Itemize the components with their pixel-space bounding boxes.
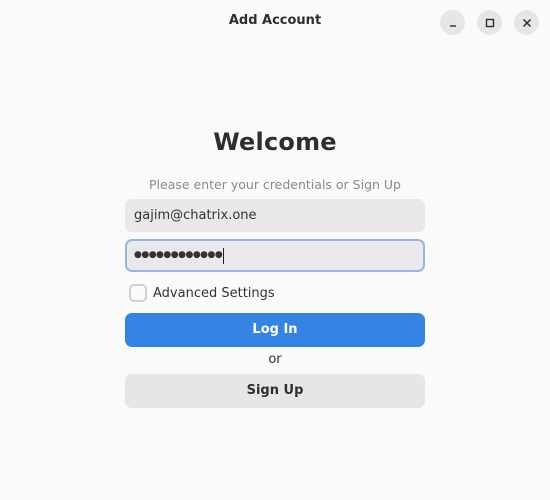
or-separator: or xyxy=(268,352,282,367)
email-field[interactable]: gajim@chatrix.one xyxy=(125,199,425,232)
password-field[interactable]: ●●●●●●●●●●●● xyxy=(125,239,425,272)
maximize-icon xyxy=(485,18,495,28)
email-field-value: gajim@chatrix.one xyxy=(134,208,257,223)
advanced-settings-row[interactable]: Advanced Settings xyxy=(129,283,275,303)
minimize-button[interactable] xyxy=(440,10,465,35)
advanced-settings-checkbox[interactable] xyxy=(129,284,147,302)
add-account-window: Add Account Welcome Please enter your cr… xyxy=(0,0,550,500)
text-caret xyxy=(223,247,225,264)
close-button[interactable] xyxy=(514,10,539,35)
titlebar[interactable]: Add Account xyxy=(0,0,550,46)
close-icon xyxy=(522,18,532,28)
window-title: Add Account xyxy=(228,13,322,28)
maximize-button[interactable] xyxy=(477,10,502,35)
minimize-icon xyxy=(448,18,458,28)
credentials-subtitle: Please enter your credentials or Sign Up xyxy=(149,177,401,192)
advanced-settings-label[interactable]: Advanced Settings xyxy=(153,286,275,301)
signup-button[interactable]: Sign Up xyxy=(125,374,425,408)
login-button[interactable]: Log In xyxy=(125,313,425,347)
welcome-heading: Welcome xyxy=(213,128,337,156)
password-field-value: ●●●●●●●●●●●● xyxy=(134,250,223,260)
